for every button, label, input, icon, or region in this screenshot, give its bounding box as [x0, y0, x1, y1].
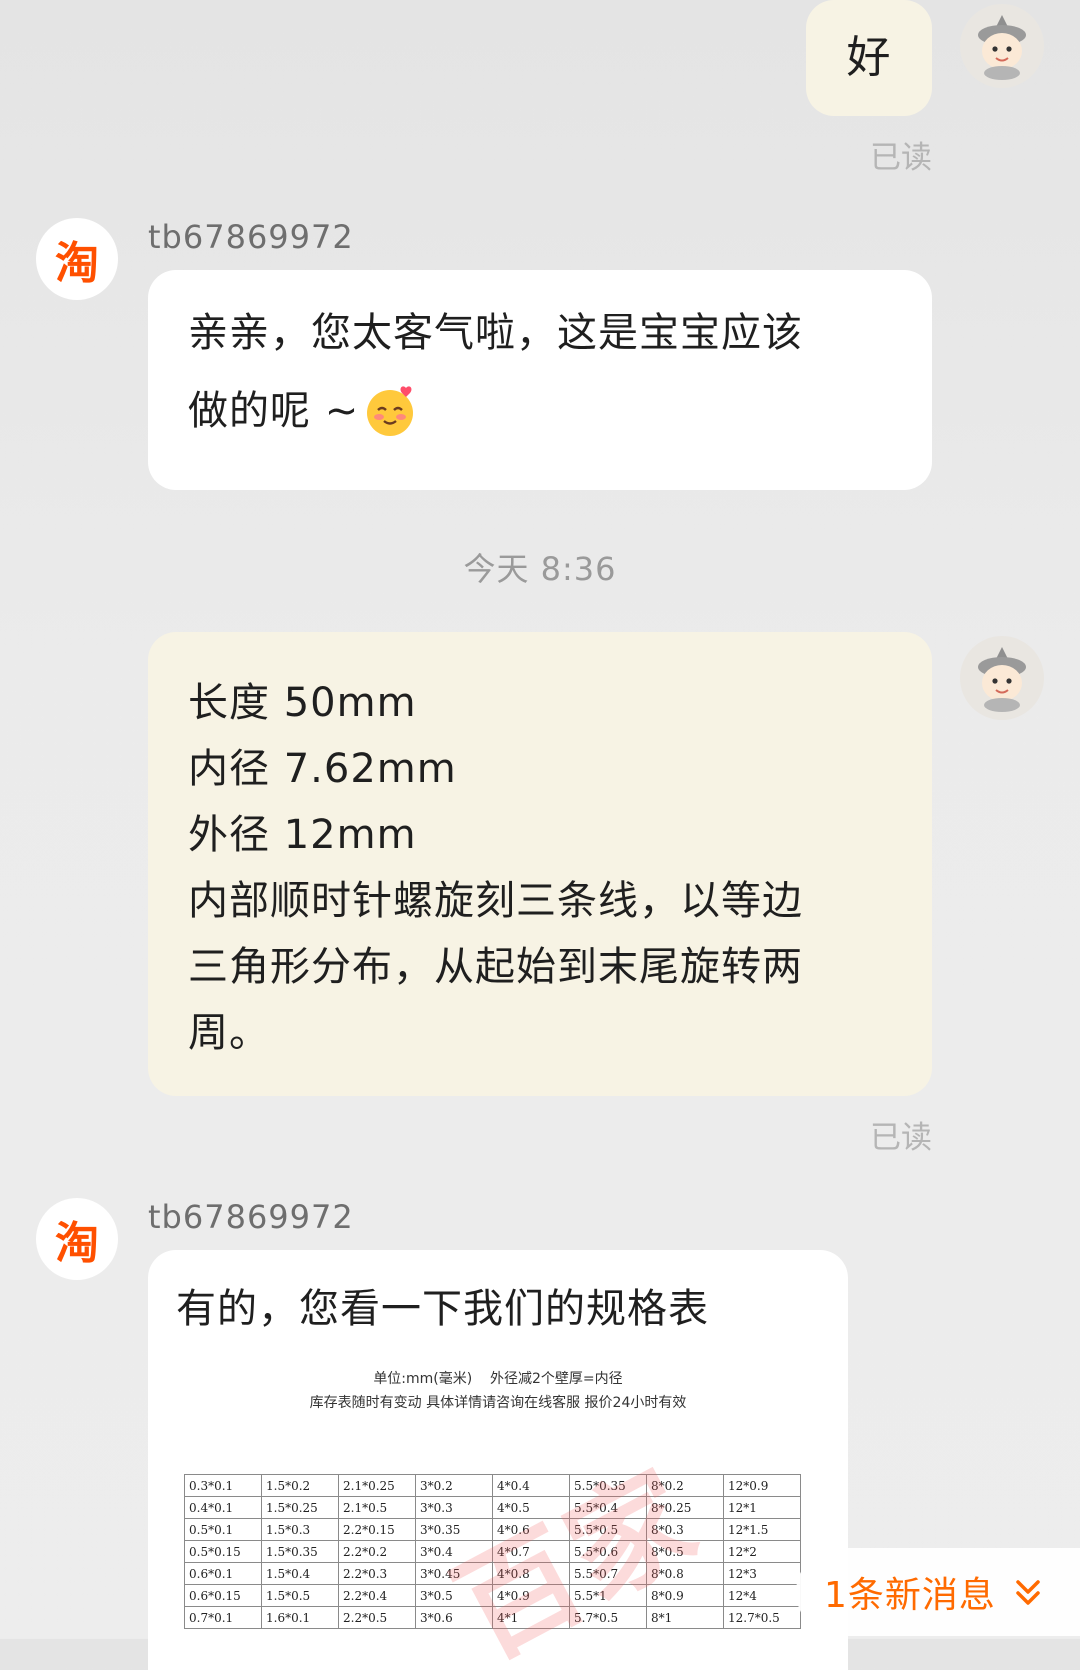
table-cell: 2.2*0.15	[338, 1518, 416, 1541]
table-cell: 0.4*0.1	[184, 1496, 262, 1519]
table-cell: 0.7*0.1	[184, 1606, 262, 1629]
message-line: 内部顺时针螺旋刻三条线，以等边	[188, 878, 803, 924]
read-status: 已读	[870, 1120, 932, 1156]
message-line: 长度 50mm	[188, 680, 417, 726]
table-cell: 12*1	[723, 1496, 801, 1519]
new-message-label: 1条新消息	[824, 1575, 996, 1616]
table-cell: 2.1*0.5	[338, 1496, 416, 1519]
table-cell: 0.5*0.1	[184, 1518, 262, 1541]
table-cell: 1.5*0.4	[261, 1562, 339, 1585]
table-cell: 12*1.5	[723, 1518, 801, 1541]
message-line: 三角形分布，从起始到末尾旋转两	[188, 944, 803, 990]
read-status: 已读	[870, 140, 932, 176]
table-cell: 0.5*0.15	[184, 1540, 262, 1563]
sender-name: tb67869972	[148, 218, 354, 256]
message-text: 有的，您看一下我们的规格表	[176, 1286, 709, 1332]
table-cell: 2.2*0.5	[338, 1606, 416, 1629]
message-text: 做的呢 ~	[188, 388, 360, 434]
cartoon-avatar-icon	[978, 647, 1026, 712]
shop-avatar[interactable]: 淘	[36, 1198, 118, 1280]
sender-name: tb67869972	[148, 1198, 354, 1236]
table-cell: 2.2*0.3	[338, 1562, 416, 1585]
my-avatar[interactable]	[960, 4, 1044, 88]
table-cell: 2.2*0.2	[338, 1540, 416, 1563]
table-cell: 2.2*0.4	[338, 1584, 416, 1607]
table-cell: 12*4	[723, 1584, 801, 1607]
table-cell: 1.5*0.5	[261, 1584, 339, 1607]
blushing-smile-emoji-icon	[367, 386, 414, 436]
table-cell: 12.7*0.5	[723, 1606, 801, 1629]
shop-avatar[interactable]: 淘	[36, 218, 118, 300]
table-cell: 0.6*0.1	[184, 1562, 262, 1585]
message-line: 周。	[188, 1010, 270, 1056]
message-line: 内径 7.62mm	[188, 746, 457, 792]
table-cell: 12*2	[723, 1540, 801, 1563]
table-cell: 2.1*0.25	[338, 1474, 416, 1497]
taobao-logo-icon: 淘	[55, 1218, 99, 1269]
message-text: 好	[846, 32, 892, 83]
spec-table-image[interactable]: 单位:mm(毫米) 外径减2个壁厚=内径 库存表随时有变动 具体详情请咨询在线客…	[148, 1358, 848, 1670]
my-avatar[interactable]	[960, 636, 1044, 720]
table-cell: 1.5*0.35	[261, 1540, 339, 1563]
table-cell: 8*1	[646, 1606, 724, 1629]
spec-header-line: 库存表随时有变动 具体详情请咨询在线客服 报价24小时有效	[309, 1395, 687, 1411]
table-cell: 1.5*0.3	[261, 1518, 339, 1541]
shop-message-bubble[interactable]: 亲亲，您太客气啦，这是宝宝应该 做的呢 ~	[148, 270, 932, 490]
table-cell: 12*3	[723, 1562, 801, 1585]
table-cell: 1.5*0.2	[261, 1474, 339, 1497]
cartoon-avatar-icon	[978, 15, 1026, 80]
message-text-line: 亲亲，您太客气啦，这是宝宝应该	[188, 310, 803, 356]
new-message-banner[interactable]: 1条新消息	[796, 1548, 1080, 1636]
watermark: 百家	[435, 1445, 720, 1670]
chat-timestamp: 今天 8:36	[463, 550, 617, 588]
table-cell: 0.6*0.15	[184, 1584, 262, 1607]
my-message-bubble[interactable]: 长度 50mm 内径 7.62mm 外径 12mm 内部顺时针螺旋刻三条线，以等…	[148, 632, 932, 1096]
table-cell: 1.5*0.25	[261, 1496, 339, 1519]
table-cell: 1.6*0.1	[261, 1606, 339, 1629]
my-message-bubble[interactable]: 好	[806, 0, 932, 116]
taobao-logo-icon: 淘	[55, 238, 99, 289]
spec-header-line: 单位:mm(毫米) 外径减2个壁厚=内径	[373, 1371, 623, 1387]
shop-message-bubble[interactable]: 有的，您看一下我们的规格表 单位:mm(毫米) 外径减2个壁厚=内径 库存表随时…	[148, 1250, 848, 1670]
message-line: 外径 12mm	[188, 812, 417, 858]
message-text-block: 长度 50mm 内径 7.62mm 外径 12mm 内部顺时针螺旋刻三条线，以等…	[188, 670, 803, 1066]
message-text-line: 做的呢 ~	[188, 378, 417, 444]
double-chevron-down-icon	[1016, 1580, 1040, 1605]
table-row: 0.3*0.1 1.5*0.2 2.1*0.25 3*0.2 4*0.4 5.5*0.35…	[184, 1474, 801, 1497]
table-cell: 12*0.9	[723, 1474, 801, 1497]
table-cell: 0.3*0.1	[184, 1474, 262, 1497]
table-cell: 3*0.2	[415, 1474, 493, 1497]
